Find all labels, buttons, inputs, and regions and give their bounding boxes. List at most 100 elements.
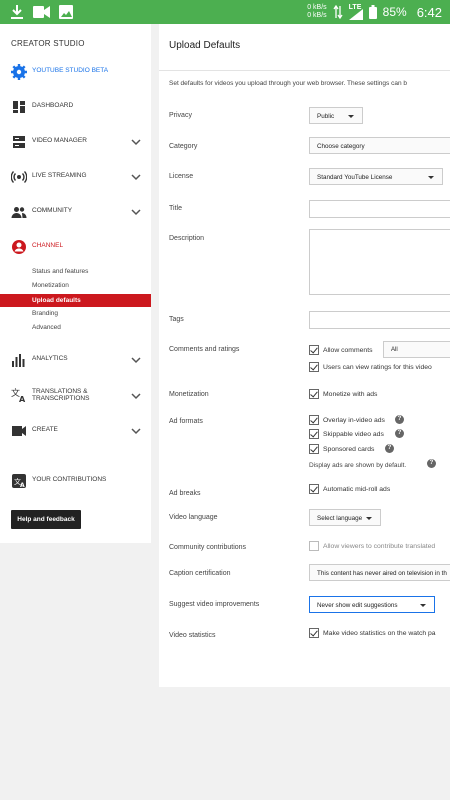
- divider: [159, 70, 450, 71]
- download-icon: [11, 5, 23, 19]
- privacy-select[interactable]: Public: [309, 107, 363, 124]
- create-icon: [12, 426, 26, 436]
- dropdown-caret-icon: [348, 115, 354, 118]
- video-statistics-label: Video statistics: [169, 632, 216, 639]
- privacy-label: Privacy: [169, 112, 192, 119]
- checkbox[interactable]: [309, 362, 319, 372]
- dashboard-icon: [13, 101, 25, 113]
- svg-text:A: A: [19, 395, 26, 403]
- checkbox[interactable]: [309, 429, 319, 439]
- ad-formats-label: Ad formats: [169, 418, 203, 425]
- license-label: License: [169, 173, 194, 180]
- allow-comments-checkbox[interactable]: Allow comments: [309, 345, 389, 358]
- video-camera-icon: [33, 6, 50, 18]
- channel-icon: [12, 240, 26, 254]
- chevron-down-icon[interactable]: [131, 207, 141, 217]
- svg-text:A: A: [20, 482, 25, 489]
- overlay-ads-checkbox[interactable]: Overlay in-video ads ?: [309, 415, 409, 428]
- live-streaming-icon: [11, 171, 27, 183]
- gear-icon: [11, 64, 27, 80]
- midroll-ads-checkbox[interactable]: Automatic mid-roll ads: [309, 484, 419, 497]
- help-feedback-button[interactable]: Help and feedback: [11, 510, 81, 529]
- help-icon[interactable]: ?: [385, 444, 394, 453]
- tags-input[interactable]: [309, 311, 450, 329]
- checkbox[interactable]: [309, 628, 319, 638]
- category-label: Category: [169, 143, 198, 150]
- battery-percent: 85%: [382, 5, 407, 19]
- community-icon: [11, 207, 27, 218]
- sidebar-item-community[interactable]: COMMUNITY: [0, 200, 151, 224]
- sponsored-cards-checkbox[interactable]: Sponsored cards ?: [309, 444, 409, 457]
- tags-label: Tags: [169, 316, 184, 323]
- video-language-select[interactable]: Select language: [309, 509, 381, 526]
- wifi-arrows-icon: [333, 5, 343, 19]
- page-title: Upload Defaults: [169, 40, 241, 51]
- checkbox[interactable]: [309, 415, 319, 425]
- signal-icon: LTE: [348, 4, 363, 20]
- chevron-down-icon[interactable]: [131, 355, 141, 365]
- sidebar-subitem-upload-defaults[interactable]: Upload defaults: [0, 294, 151, 307]
- sidebar-item-create[interactable]: CREATE: [0, 419, 151, 443]
- ad-breaks-label: Ad breaks: [169, 490, 201, 497]
- monetization-label: Monetization: [169, 391, 209, 398]
- checkbox[interactable]: [309, 541, 319, 551]
- sidebar-item-video-manager[interactable]: VIDEO MANAGER: [0, 130, 151, 154]
- translate-icon: 文 A: [11, 387, 26, 403]
- comments-label: Comments and ratings: [169, 346, 240, 353]
- image-icon: [59, 5, 73, 19]
- dropdown-caret-icon: [428, 176, 434, 179]
- checkbox[interactable]: [309, 484, 319, 494]
- caption-certification-select[interactable]: This content has never aired on televisi…: [309, 564, 450, 581]
- clock: 6:42: [416, 4, 442, 20]
- sidebar-item-studio-beta[interactable]: YOUTUBE STUDIO BETA: [0, 60, 151, 84]
- checkbox[interactable]: [309, 389, 319, 399]
- status-bar: 0 kB/s 0 kB/s LTE 85% 6:42: [0, 0, 450, 24]
- network-speed: 0 kB/s 0 kB/s: [307, 4, 327, 19]
- contributions-icon: 文 A: [12, 474, 26, 489]
- video-language-label: Video language: [169, 514, 218, 521]
- sidebar-title: CREATOR STUDIO: [11, 39, 85, 48]
- checkbox[interactable]: [309, 345, 319, 355]
- sidebar-item-analytics[interactable]: ANALYTICS: [0, 348, 151, 372]
- battery-icon: [368, 5, 377, 19]
- title-input[interactable]: [309, 200, 450, 218]
- chevron-down-icon[interactable]: [131, 391, 141, 401]
- suggest-improvements-label: Suggest video improvements: [169, 601, 260, 608]
- license-select[interactable]: Standard YouTube License: [309, 168, 443, 185]
- intro-text: Set defaults for videos you upload throu…: [169, 80, 407, 87]
- help-icon[interactable]: ?: [395, 415, 404, 424]
- monetize-checkbox[interactable]: Monetize with ads: [309, 389, 399, 402]
- chevron-down-icon[interactable]: [131, 426, 141, 436]
- sidebar-item-live-streaming[interactable]: LIVE STREAMING: [0, 165, 151, 189]
- description-label: Description: [169, 235, 205, 242]
- suggest-improvements-select[interactable]: Never show edit suggestions: [309, 596, 435, 613]
- skippable-ads-checkbox[interactable]: Skippable video ads ?: [309, 429, 409, 442]
- sidebar-item-dashboard[interactable]: DASHBOARD: [0, 95, 151, 119]
- title-label: Title: [169, 205, 182, 212]
- sidebar-item-translations[interactable]: 文 A TRANSLATIONS & TRANSCRIPTIONS: [0, 383, 151, 409]
- contribute-translations-checkbox[interactable]: Allow viewers to contribute translated: [309, 541, 450, 554]
- display-ads-note: Display ads are shown by default.: [309, 462, 407, 469]
- chevron-down-icon[interactable]: [131, 172, 141, 182]
- sidebar-item-channel[interactable]: CHANNEL: [0, 235, 151, 259]
- upload-defaults-panel: Upload Defaults Set defaults for videos …: [159, 24, 450, 687]
- sidebar-item-contributions[interactable]: 文 A YOUR CONTRIBUTIONS: [0, 469, 151, 493]
- caption-certification-label: Caption certification: [169, 570, 231, 577]
- sidebar-subitem-monetization[interactable]: Monetization: [0, 279, 151, 292]
- sidebar-subitem-branding[interactable]: Branding: [0, 307, 151, 320]
- description-textarea[interactable]: [309, 229, 450, 295]
- sidebar: CREATOR STUDIO YOUTUBE STUDIO BETA DASHB…: [0, 24, 151, 543]
- chevron-down-icon[interactable]: [131, 137, 141, 147]
- checkbox[interactable]: [309, 444, 319, 454]
- view-ratings-checkbox[interactable]: Users can view ratings for this video: [309, 362, 449, 375]
- sidebar-subitem-advanced[interactable]: Advanced: [0, 321, 151, 334]
- video-manager-icon: [13, 136, 25, 148]
- help-icon[interactable]: ?: [427, 459, 436, 468]
- video-statistics-checkbox[interactable]: Make video statistics on the watch pa: [309, 628, 450, 641]
- dropdown-caret-icon: [366, 517, 372, 520]
- category-select[interactable]: Choose category: [309, 137, 450, 154]
- analytics-icon: [12, 354, 25, 367]
- help-icon[interactable]: ?: [395, 429, 404, 438]
- comments-filter-select[interactable]: All: [383, 341, 450, 358]
- sidebar-subitem-status[interactable]: Status and features: [0, 265, 151, 278]
